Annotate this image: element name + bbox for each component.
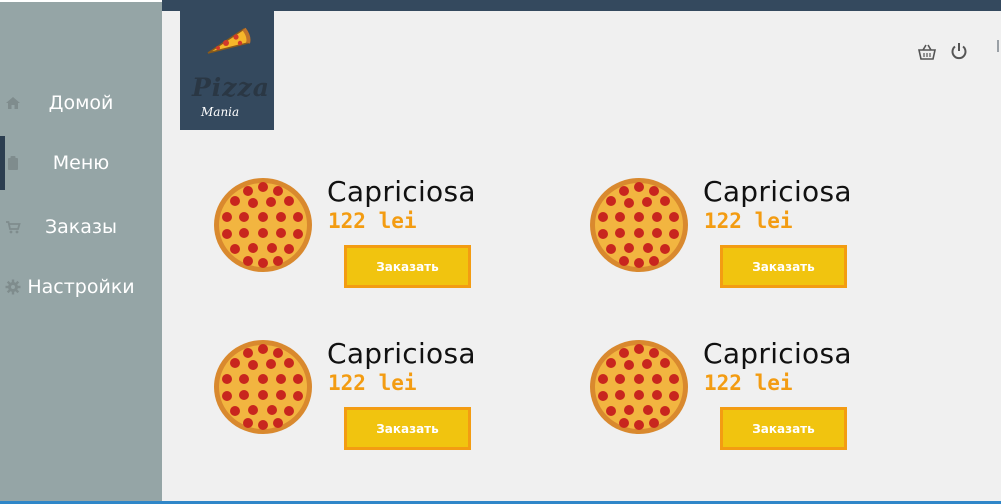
product-price: 122 lei	[328, 209, 417, 233]
sidebar-item-home[interactable]: Домой	[0, 76, 162, 130]
scroll-edge	[997, 40, 999, 52]
product-card: Capriciosa 122 lei Заказать	[589, 175, 909, 297]
order-button[interactable]: Заказать	[344, 407, 471, 450]
logo-text-sub: Mania	[201, 105, 240, 119]
product-price: 122 lei	[704, 371, 793, 395]
product-card: Capriciosa 122 lei Заказать	[213, 337, 533, 459]
logo-text-main: Pizza	[192, 73, 270, 102]
brand-logo[interactable]: Pizza Mania	[180, 11, 274, 130]
power-icon[interactable]	[950, 42, 968, 60]
product-title: Capriciosa	[327, 337, 476, 370]
product-price: 122 lei	[328, 371, 417, 395]
pizza-image	[214, 178, 312, 272]
sidebar-item-label: Домой	[48, 92, 114, 114]
sidebar-item-orders[interactable]: Заказы	[0, 200, 162, 254]
pizza-image	[214, 340, 312, 434]
product-card: Capriciosa 122 lei Заказать	[589, 337, 909, 459]
sidebar-item-settings[interactable]: Настройки	[0, 260, 162, 314]
sidebar-item-menu[interactable]: Меню	[0, 136, 162, 190]
product-title: Capriciosa	[327, 175, 476, 208]
sidebar-item-label: Настройки	[27, 276, 135, 298]
pizza-image	[590, 340, 688, 434]
product-card: Capriciosa 122 lei Заказать	[213, 175, 533, 297]
pizza-image	[590, 178, 688, 272]
product-price: 122 lei	[704, 209, 793, 233]
product-title: Capriciosa	[703, 337, 852, 370]
order-button[interactable]: Заказать	[344, 245, 471, 288]
basket-icon[interactable]	[918, 44, 936, 60]
sidebar: Домой Меню Заказы Настройки	[0, 2, 162, 501]
sidebar-item-label: Заказы	[44, 216, 118, 238]
order-button[interactable]: Заказать	[720, 407, 847, 450]
order-button[interactable]: Заказать	[720, 245, 847, 288]
pizza-slice-icon	[207, 27, 251, 54]
sidebar-item-label: Меню	[52, 152, 110, 174]
product-title: Capriciosa	[703, 175, 852, 208]
